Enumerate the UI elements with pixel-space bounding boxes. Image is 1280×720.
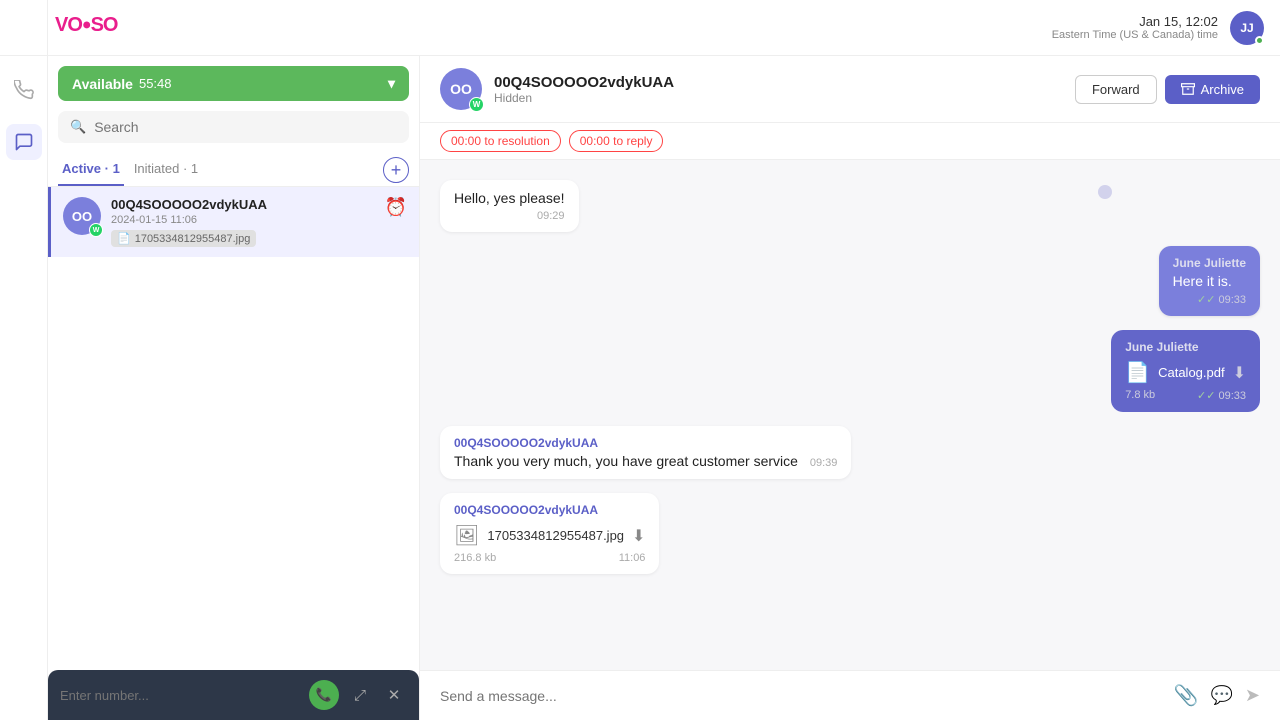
avatar-status-dot xyxy=(1255,36,1264,45)
message-incoming-2: 00Q4SOOOOO2vdykUAA Thank you very much, … xyxy=(440,426,851,479)
available-label: Available xyxy=(72,76,133,92)
pdf-file-icon: 📄 xyxy=(1125,360,1150,385)
conversation-name: 00Q4SOOOOO2vdykUAA xyxy=(111,197,375,212)
available-status-bar[interactable]: Available 55:48 ▾ xyxy=(58,66,409,101)
messages-list: Hello, yes please! 09:29 June Juliette H… xyxy=(420,160,1280,670)
message-text: Here it is. xyxy=(1173,273,1246,289)
logo-area xyxy=(0,0,48,55)
download-icon[interactable]: ⬇ xyxy=(1233,363,1246,383)
dial-close-button[interactable]: ✕ xyxy=(381,682,407,708)
chat-avatar: OO W xyxy=(440,68,482,110)
download-file-icon[interactable]: ⬇ xyxy=(632,526,645,546)
search-bar[interactable]: 🔍 xyxy=(58,111,409,143)
file-icon: 📄 xyxy=(117,232,131,245)
message-sender: June Juliette xyxy=(1173,256,1246,270)
file-time: ✓✓ 09:33 xyxy=(1197,389,1246,402)
checkmarks-icon: ✓✓ xyxy=(1197,293,1215,306)
message-time: ✓✓ 09:33 xyxy=(1173,293,1246,306)
chevron-down-icon: ▾ xyxy=(388,75,395,92)
message-sender: 00Q4SOOOOO2vdykUAA xyxy=(454,503,645,517)
app-logo: VO●SO xyxy=(55,14,117,37)
left-panel: Available 55:48 ▾ 🔍 Active · 1 Initiated… xyxy=(48,56,420,720)
file-row: 📄 Catalog.pdf ⬇ xyxy=(1125,360,1246,385)
message-sender: 00Q4SOOOOO2vdykUAA xyxy=(454,436,837,450)
file-name: 1705334812955487.jpg xyxy=(487,528,624,543)
reply-timer: 00:00 to reply xyxy=(569,130,664,152)
message-time: 09:29 xyxy=(454,210,565,222)
send-icon[interactable]: ➤ xyxy=(1245,685,1260,706)
conversation-date: 2024-01-15 11:06 xyxy=(111,214,375,226)
chat-header: OO W 00Q4SOOOOO2vdykUAA Hidden Forward A… xyxy=(420,56,1280,123)
tab-active[interactable]: Active · 1 xyxy=(58,153,124,186)
dial-expand-button[interactable]: ⤢ xyxy=(347,682,373,708)
file-meta: 7.8 kb ✓✓ 09:33 xyxy=(1125,389,1246,402)
chat-header-actions: Forward Archive xyxy=(1075,75,1260,104)
dial-input[interactable] xyxy=(60,688,301,703)
phone-nav-icon[interactable] xyxy=(6,72,42,108)
tabs-row: Active · 1 Initiated · 1 + xyxy=(48,153,419,187)
conversation-item[interactable]: OO W 00Q4SOOOOO2vdykUAA 2024-01-15 11:06… xyxy=(48,187,419,257)
chat-whatsapp-icon: W xyxy=(469,97,484,112)
chat-input-area: 📎 💬 ➤ xyxy=(420,670,1280,720)
message-sender: June Juliette xyxy=(1125,340,1246,354)
chat-nav-icon[interactable] xyxy=(6,124,42,160)
tab-initiated[interactable]: Initiated · 1 xyxy=(130,153,202,186)
image-file-icon: 🖼 xyxy=(454,523,479,548)
available-timer: 55:48 xyxy=(139,76,172,91)
overdue-icon: ⏰ xyxy=(385,197,407,218)
message-outgoing-1: June Juliette Here it is. ✓✓ 09:33 xyxy=(1159,246,1260,316)
message-outgoing-file: June Juliette 📄 Catalog.pdf ⬇ 7.8 kb ✓✓ … xyxy=(1111,330,1260,412)
timer-badges: 00:00 to resolution 00:00 to reply xyxy=(420,123,1280,160)
conversation-file: 📄 1705334812955487.jpg xyxy=(111,230,256,247)
topbar-datetime: Jan 15, 12:02 Eastern Time (US & Canada)… xyxy=(1052,14,1218,41)
file-size: 216.8 kb xyxy=(454,552,496,564)
forward-button[interactable]: Forward xyxy=(1075,75,1157,104)
file-size: 7.8 kb xyxy=(1125,389,1155,402)
message-incoming-1: Hello, yes please! 09:29 xyxy=(440,180,579,232)
message-input[interactable] xyxy=(440,688,1162,704)
file-name: Catalog.pdf xyxy=(1158,365,1225,380)
message-text: Hello, yes please! xyxy=(454,190,565,206)
archive-button[interactable]: Archive xyxy=(1165,75,1260,104)
dial-call-button[interactable]: 📞 xyxy=(309,680,339,710)
search-input[interactable] xyxy=(94,119,397,135)
file-meta: 216.8 kb 11:06 xyxy=(454,552,645,564)
attachment-icon[interactable]: 📎 xyxy=(1174,683,1199,708)
chat-contact-status: Hidden xyxy=(494,91,1063,105)
icon-sidebar xyxy=(0,56,48,720)
message-incoming-file: 00Q4SOOOOO2vdykUAA 🖼 1705334812955487.jp… xyxy=(440,493,659,574)
chat-header-info: 00Q4SOOOOO2vdykUAA Hidden xyxy=(494,74,1063,105)
chat-area: OO W 00Q4SOOOOO2vdykUAA Hidden Forward A… xyxy=(420,56,1280,720)
add-conversation-button[interactable]: + xyxy=(383,157,409,183)
whatsapp-icon: W xyxy=(89,223,103,237)
file-time: 11:06 xyxy=(619,552,646,564)
search-icon: 🔍 xyxy=(70,119,86,135)
resolution-timer: 00:00 to resolution xyxy=(440,130,561,152)
message-text: Thank you very much, you have great cust… xyxy=(454,453,837,469)
chat-contact-name: 00Q4SOOOOO2vdykUAA xyxy=(494,74,1063,91)
user-avatar[interactable]: JJ xyxy=(1230,11,1264,45)
file-row: 🖼 1705334812955487.jpg ⬇ xyxy=(454,523,645,548)
conversation-info: 00Q4SOOOOO2vdykUAA 2024-01-15 11:06 📄 17… xyxy=(111,197,375,247)
file-checkmarks: ✓✓ xyxy=(1197,389,1215,402)
dial-pad: 📞 ⤢ ✕ xyxy=(48,670,419,720)
conversation-avatar: OO W xyxy=(63,197,101,235)
emoji-icon[interactable]: 💬 xyxy=(1210,685,1232,706)
